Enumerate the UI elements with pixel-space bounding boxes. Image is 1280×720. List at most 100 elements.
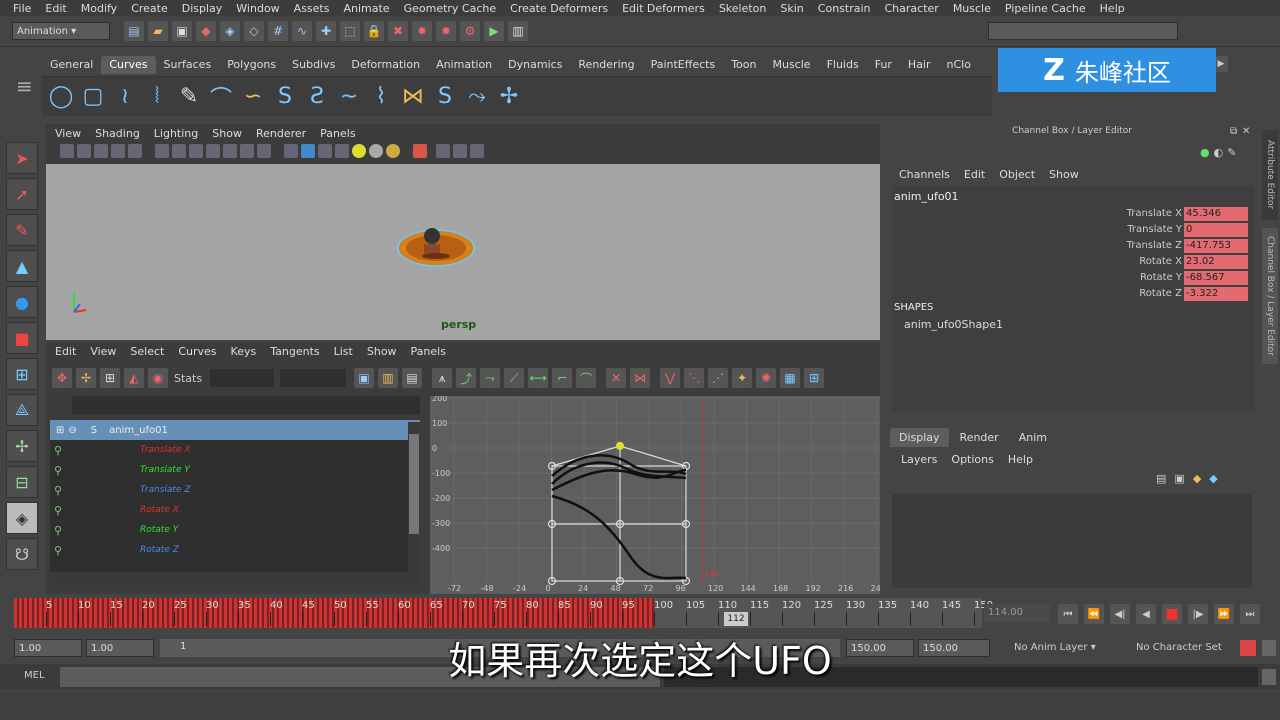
sphere-gold-icon[interactable] [386,144,400,158]
viewport-menu-shading[interactable]: Shading [88,127,147,140]
playback-end-field[interactable]: 150.00 [846,639,914,657]
step-back-frame-icon[interactable]: ◀| [1110,604,1130,624]
new-layer-icon[interactable]: ▤ [1156,472,1166,485]
swap-buffer-icon[interactable]: ✦ [732,368,753,388]
shelf-tab-subdivs[interactable]: Subdivs [284,56,343,74]
ufo-model[interactable] [46,164,880,340]
free-weight-icon[interactable]: ⋁ [660,368,681,388]
shelf-tab-fur[interactable]: Fur [867,56,900,74]
playback-start-field[interactable]: 1.00 [86,639,154,657]
layer-down-icon[interactable]: ◆ [1209,472,1217,485]
animation-curves[interactable] [551,454,687,580]
graph-menu-edit[interactable]: Edit [48,345,83,358]
graph-menu-list[interactable]: List [327,345,360,358]
move-tool-icon[interactable]: ▲ [6,250,38,282]
input-line-icon[interactable]: ▶ [484,21,504,41]
center-icon[interactable]: ▤ [402,368,423,388]
project-curve-icon[interactable]: ✢ [494,82,524,112]
attr-value[interactable]: -68.567 [1184,270,1248,285]
render-settings-icon[interactable]: ⚙ [460,21,480,41]
menu-window[interactable]: Window [229,2,286,15]
graph-menu-curves[interactable]: Curves [171,345,223,358]
lights-icon[interactable] [206,144,220,158]
rebuild-curve-icon[interactable]: ⋈ [398,82,428,112]
menu-skeleton[interactable]: Skeleton [712,2,774,15]
plateau-tangent-icon[interactable]: ⌒ [576,368,597,388]
extend-curve-icon[interactable]: ∼ [334,82,364,112]
snap-plane-icon[interactable]: ⬚ [340,21,360,41]
cube-icon[interactable] [284,144,298,158]
fillet-curve-icon[interactable]: ⤳ [462,82,492,112]
layout-single-icon[interactable]: ✢ [6,430,38,462]
start-time-field[interactable]: 1.00 [14,639,82,657]
menu-file[interactable]: File [6,2,38,15]
textured-icon[interactable] [189,144,203,158]
channel-attr-row[interactable]: Translate Y0 [1127,222,1248,237]
viewport-menu-panels[interactable]: Panels [313,127,362,140]
stop-icon[interactable]: ■ [1162,604,1182,624]
graph-menu-select[interactable]: Select [123,345,171,358]
step-forward-frame-icon[interactable]: |▶ [1188,604,1208,624]
shelf-tab-dynamics[interactable]: Dynamics [500,56,570,74]
expand-icon[interactable]: ⊞ [56,425,64,436]
shelf-tab-deformation[interactable]: Deformation [343,56,428,74]
snap-curve-icon[interactable]: ∿ [292,21,312,41]
menu-create[interactable]: Create [124,2,175,15]
keyframe-icon[interactable]: ◉ [148,368,168,388]
command-input[interactable] [60,667,660,687]
menu-muscle[interactable]: Muscle [946,2,998,15]
region-key-icon[interactable]: ◭ [124,368,144,388]
flat-tangent-icon[interactable]: ⟷ [528,368,549,388]
rotate-tool-icon[interactable]: ● [6,286,38,318]
offset-curve-icon[interactable]: ⌇ [366,82,396,112]
menu-skin[interactable]: Skin [773,2,810,15]
shelf-menu-icon[interactable]: ≡ [16,76,36,116]
anim-layer-dropdown[interactable]: No Anim Layer ▾ [1010,639,1126,657]
frame-all-icon[interactable]: ▣ [354,368,375,388]
open-scene-icon[interactable]: ▰ [148,21,168,41]
camera-attr-icon[interactable] [77,144,91,158]
lock-icon[interactable]: 🔒 [364,21,384,41]
channel-row[interactable]: ⚲ Translate Y [50,460,420,480]
layout-outliner-icon[interactable]: ☋ [6,538,38,570]
ipr-icon[interactable]: ✹ [436,21,456,41]
shelf-tab-muscle[interactable]: Muscle [764,56,818,74]
auto-tangent-icon[interactable]: ⩚ [432,368,453,388]
break-tangent-icon[interactable]: ✕ [606,368,627,388]
layer-menu-layers[interactable]: Layers [894,453,944,466]
select-object-icon[interactable]: ◈ [220,21,240,41]
square-curve-icon[interactable]: ▢ [78,82,108,112]
current-time-field[interactable]: 114.00 [984,604,1050,622]
save-scene-icon[interactable]: ▣ [172,21,192,41]
float-icon[interactable]: ⧉ [1230,126,1237,137]
cube-shaded-icon[interactable] [318,144,332,158]
lattice-key-icon[interactable]: ⊞ [100,368,120,388]
lasso-tool-icon[interactable]: ➚ [6,178,38,210]
attr-value[interactable]: -417.753 [1184,238,1248,253]
outliner-object-row[interactable]: ⊞ ⊖ S anim_ufo01 [50,420,420,440]
viewport-menu-renderer[interactable]: Renderer [249,127,313,140]
color-node-icon[interactable]: ● [1200,146,1210,159]
paint-select-icon[interactable]: ✎ [6,214,38,246]
channel-pin-icon[interactable]: ⚲ [54,444,62,457]
arc-icon[interactable]: ⌒ [206,82,236,112]
layer-tab-render[interactable]: Render [951,428,1008,447]
select-camera-icon[interactable] [413,144,427,158]
shelf-tab-surfaces[interactable]: Surfaces [156,56,220,74]
menu-pipeline-cache[interactable]: Pipeline Cache [998,2,1093,15]
menu-create-deformers[interactable]: Create Deformers [503,2,615,15]
spline-tangent-icon[interactable]: ⤴ [456,368,477,388]
shelf-tab-painteffects[interactable]: PaintEffects [643,56,724,74]
viewport-menu-view[interactable]: View [48,127,88,140]
dope-sheet-icon[interactable]: ✺ [756,368,777,388]
grid-toggle-icon[interactable] [128,144,142,158]
shadows-icon[interactable] [223,144,237,158]
go-to-start-icon[interactable]: ⏮ [1058,604,1078,624]
side-tab-channel-box[interactable]: Channel Box / Layer Editor [1262,228,1278,364]
image-plane-icon[interactable] [111,144,125,158]
shelf-tab-rendering[interactable]: Rendering [570,56,642,74]
unify-tangent-icon[interactable]: ⋈ [630,368,651,388]
quick-select-field[interactable] [988,22,1178,40]
attr-value[interactable]: -3.322 [1184,286,1248,301]
trax-icon[interactable]: ▦ [780,368,801,388]
